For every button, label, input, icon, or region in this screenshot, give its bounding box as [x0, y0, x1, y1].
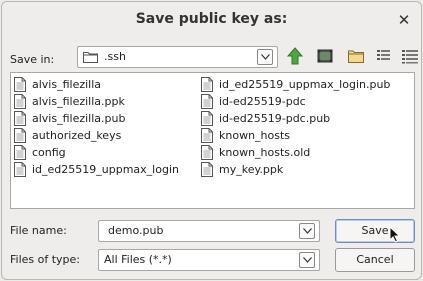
- file-icon: [14, 94, 26, 109]
- chevron-down-icon: [261, 54, 270, 60]
- file-name: id_ed25519_uppmax_login.pub: [219, 78, 391, 91]
- up-folder-icon: [286, 47, 304, 65]
- close-button[interactable]: ✕: [394, 10, 414, 30]
- details-view-icon: [402, 50, 418, 64]
- chevron-down-icon: [303, 257, 312, 263]
- file-icon: [201, 145, 213, 160]
- mouse-cursor-icon: [389, 226, 401, 243]
- file-icon: [14, 145, 26, 160]
- file-name: known_hosts.old: [219, 146, 311, 159]
- file-name: known_hosts: [219, 129, 291, 142]
- save-button[interactable]: Save: [335, 219, 415, 243]
- file-icon: [201, 111, 213, 126]
- file-type-dropdown[interactable]: All Files (*.*): [98, 249, 320, 271]
- file-name: id_ed25519_uppmax_login: [32, 163, 179, 176]
- file-list[interactable]: alvis_filezilla alvis_filezilla.ppk alvi…: [10, 72, 415, 209]
- file-type-value: All Files (*.*): [104, 253, 172, 266]
- file-name-dropdown-button[interactable]: [299, 223, 315, 239]
- up-one-level-button[interactable]: [284, 46, 306, 66]
- save-in-dropdown-button[interactable]: [257, 49, 273, 65]
- list-view-icon: [377, 50, 390, 60]
- file-icon: [14, 162, 26, 177]
- file-name-label: File name:: [10, 224, 67, 237]
- file-type-label: Files of type:: [10, 253, 81, 266]
- file-name-input[interactable]: demo.pub: [98, 220, 320, 242]
- list-view-button[interactable]: [373, 46, 395, 66]
- file-icon: [201, 94, 213, 109]
- file-icon: [14, 111, 26, 126]
- file-name: alvis_filezilla.pub: [32, 112, 126, 125]
- folder-icon: [83, 52, 98, 63]
- close-icon: ✕: [397, 11, 411, 29]
- save-in-label: Save in:: [10, 53, 55, 66]
- file-name-value: demo.pub: [108, 224, 164, 237]
- title-bar: Save public key as: ✕: [2, 2, 421, 38]
- file-icon: [201, 128, 213, 143]
- new-folder-button[interactable]: [345, 46, 367, 66]
- file-name: id-ed25519-pdc: [219, 95, 306, 108]
- file-name: my_key.ppk: [219, 163, 284, 176]
- file-type-dropdown-button[interactable]: [299, 252, 315, 268]
- file-icon: [14, 128, 26, 143]
- save-in-dropdown[interactable]: .ssh: [77, 46, 278, 68]
- dialog-title: Save public key as:: [135, 11, 288, 27]
- save-dialog: Save public key as: ✕ Save in: .ssh alvi…: [1, 1, 422, 280]
- file-name: authorized_keys: [32, 129, 122, 142]
- file-icon: [201, 162, 213, 177]
- cancel-button[interactable]: Cancel: [335, 248, 415, 272]
- file-icon: [14, 77, 26, 92]
- file-name: alvis_filezilla: [32, 78, 102, 91]
- file-name: alvis_filezilla.ppk: [32, 95, 125, 108]
- file-name: id-ed25519-pdc.pub: [219, 112, 331, 125]
- details-view-button[interactable]: [399, 46, 421, 66]
- file-icon: [201, 77, 213, 92]
- save-in-value: .ssh: [104, 50, 126, 63]
- desktop-button[interactable]: [314, 46, 336, 66]
- file-name: config: [32, 146, 66, 159]
- new-folder-icon: [348, 50, 364, 63]
- desktop-icon: [317, 49, 333, 63]
- chevron-down-icon: [303, 228, 312, 234]
